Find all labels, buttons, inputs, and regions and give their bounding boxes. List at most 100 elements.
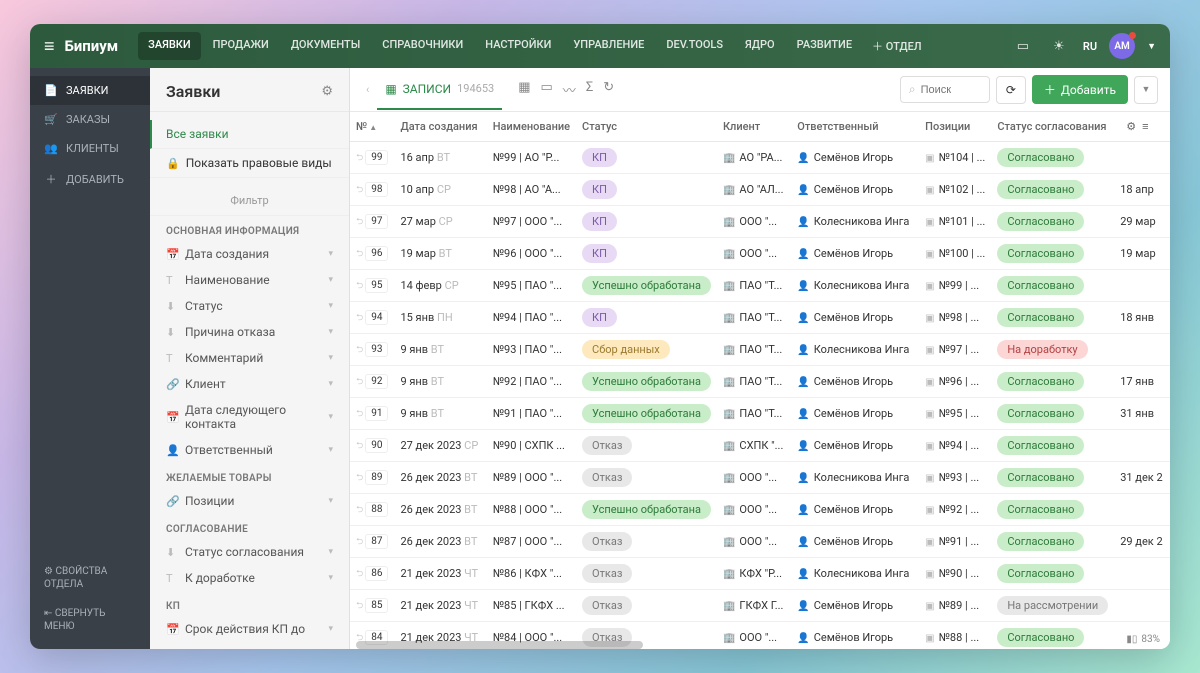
- building-icon: 🏢: [723, 409, 735, 420]
- avatar[interactable]: АМ: [1109, 33, 1135, 59]
- records-tab[interactable]: ▦ ЗАПИСИ 194653: [377, 70, 502, 110]
- add-button[interactable]: ＋ Добавить: [1032, 75, 1128, 104]
- nav-footer-item[interactable]: ⚙ СВОЙСТВА ОТДЕЛА: [30, 557, 150, 599]
- filter-item[interactable]: 📅Дата следующего контакта▾: [150, 397, 349, 437]
- language-switch[interactable]: RU: [1083, 40, 1097, 53]
- top-tab-ядро[interactable]: ЯДРО: [735, 32, 785, 60]
- view-item[interactable]: Все заявки: [150, 120, 349, 149]
- top-tab-add[interactable]: ＋ ОТДЕЛ: [864, 32, 930, 60]
- table-row[interactable]: ⮌9619 мар ВТ№96 | ООО "...КП🏢ООО "...👤Се…: [350, 238, 1170, 270]
- cards-view-icon[interactable]: ▦: [518, 80, 530, 99]
- theme-icon[interactable]: ☀: [1047, 34, 1071, 58]
- add-dropdown[interactable]: ▼: [1134, 76, 1158, 104]
- link-icon: ⮌: [356, 345, 363, 355]
- nav-item-добавить[interactable]: ＋ДОБАВИТЬ: [30, 163, 150, 195]
- filter-item[interactable]: ⬇Статус▾: [150, 293, 349, 319]
- table-row[interactable]: ⮌919 янв ВТ№91 | ПАО "...Успешно обработ…: [350, 398, 1170, 430]
- view-item[interactable]: 🔒Показать правовые виды: [150, 149, 349, 178]
- table-row[interactable]: ⮌9727 мар СР№97 | ООО "...КП🏢ООО "...👤Ко…: [350, 206, 1170, 238]
- chevron-down-icon: ▾: [328, 624, 333, 634]
- nav-item-заказы[interactable]: 🛒ЗАКАЗЫ: [30, 105, 150, 134]
- table-row[interactable]: ⮌9810 апр СР№98 | АО "А...КП🏢АО "АЛ...👤С…: [350, 174, 1170, 206]
- table-row[interactable]: ⮌939 янв ВТ№93 | ПАО "...Сбор данных🏢ПАО…: [350, 334, 1170, 366]
- column-header[interactable]: Статус: [576, 112, 717, 142]
- prev-view-icon[interactable]: ‹: [362, 83, 373, 96]
- filter-item[interactable]: 🔗Позиции▾: [150, 488, 349, 514]
- person-icon: 👤: [797, 569, 809, 580]
- filter-label: Дата следующего контакта: [185, 403, 321, 431]
- table-row[interactable]: ⮌9916 апр ВТ№99 | АО "Р...КП🏢АО "РА...👤С…: [350, 142, 1170, 174]
- top-tab-продажи[interactable]: ПРОДАЖИ: [203, 32, 279, 60]
- client-name: ПАО "Т...: [739, 311, 782, 324]
- client-name: ПАО "Т...: [739, 279, 782, 292]
- table-row[interactable]: ⮌929 янв ВТ№92 | ПАО "...Успешно обработ…: [350, 366, 1170, 398]
- box-icon: ▣: [925, 249, 934, 260]
- table-row[interactable]: ⮌8826 дек 2023 ВТ№88 | ООО "...Успешно о…: [350, 494, 1170, 526]
- filter-item[interactable]: TКомментарий▾: [150, 345, 349, 371]
- filter-item[interactable]: ⬇Статус согласования▾: [150, 539, 349, 565]
- column-header[interactable]: ⚙≡: [1114, 112, 1170, 142]
- table-scroll[interactable]: №Дата созданияНаименованиеСтатусКлиентОт…: [350, 112, 1170, 649]
- person-icon: 👤: [797, 601, 809, 612]
- link-icon: ⮌: [356, 537, 363, 547]
- search-box[interactable]: ⌕: [900, 76, 990, 103]
- table-row[interactable]: ⮌8726 дек 2023 ВТ№87 | ООО "...Отказ🏢ООО…: [350, 526, 1170, 558]
- chart-view-icon[interactable]: 〰: [563, 80, 576, 99]
- top-tab-документы[interactable]: ДОКУМЕНТЫ: [281, 32, 370, 60]
- filter-item[interactable]: 🔗Клиент▾: [150, 371, 349, 397]
- table-row[interactable]: ⮌8621 дек 2023 ЧТ№86 | КФХ "...Отказ🏢КФХ…: [350, 558, 1170, 590]
- gear-icon[interactable]: ⚙: [321, 84, 333, 99]
- column-header[interactable]: Наименование: [487, 112, 576, 142]
- filter-item[interactable]: TК доработке▾: [150, 565, 349, 591]
- nav-item-заявки[interactable]: 📄ЗАЯВКИ: [30, 76, 150, 105]
- column-header[interactable]: Ответственный: [791, 112, 919, 142]
- filter-item[interactable]: 📅Дата создания▾: [150, 241, 349, 267]
- top-tab-настройки[interactable]: НАСТРОЙКИ: [475, 32, 561, 60]
- agree-badge: На доработку: [997, 340, 1087, 359]
- row-name: №95 | ПАО "...: [487, 270, 576, 302]
- link-icon: ⮌: [356, 601, 363, 611]
- top-tab-заявки[interactable]: ЗАЯВКИ: [138, 32, 201, 60]
- column-settings-icon[interactable]: ⚙: [1126, 120, 1136, 133]
- chat-icon[interactable]: ▭: [1011, 34, 1035, 58]
- table-row[interactable]: ⮌9514 февр СР№95 | ПАО "...Успешно обраб…: [350, 270, 1170, 302]
- view-label: Показать правовые виды: [186, 156, 332, 170]
- column-header[interactable]: Дата создания: [394, 112, 486, 142]
- app-window: ≡ Бипиум ЗАЯВКИПРОДАЖИДОКУМЕНТЫСПРАВОЧНИ…: [30, 24, 1170, 649]
- calendar-view-icon[interactable]: ▭: [541, 80, 553, 99]
- column-header[interactable]: Клиент: [717, 112, 791, 142]
- table-row[interactable]: ⮌8926 дек 2023 ВТ№89 | ООО "...Отказ🏢ООО…: [350, 462, 1170, 494]
- filter-item[interactable]: 👤Ответственный▾: [150, 437, 349, 463]
- building-icon: 🏢: [723, 569, 735, 580]
- column-header[interactable]: Позиции: [919, 112, 991, 142]
- chevron-down-icon: ▾: [328, 301, 333, 311]
- nav-item-клиенты[interactable]: 👥КЛИЕНТЫ: [30, 134, 150, 163]
- table-row[interactable]: ⮌9415 янв ПН№94 | ПАО "...КП🏢ПАО "Т...👤С…: [350, 302, 1170, 334]
- client-name: АО "АЛ...: [739, 183, 783, 196]
- link-icon: ⮌: [356, 569, 363, 579]
- top-tab-развитие[interactable]: РАЗВИТИЕ: [787, 32, 862, 60]
- column-header[interactable]: №: [350, 112, 394, 142]
- table-row[interactable]: ⮌9027 дек 2023 СР№90 | СХПК ...Отказ🏢СХП…: [350, 430, 1170, 462]
- refresh-button[interactable]: ⟳: [996, 76, 1026, 104]
- column-header[interactable]: Статус согласования: [991, 112, 1114, 142]
- search-input[interactable]: [921, 84, 981, 96]
- filter-item[interactable]: TНаименование▾: [150, 267, 349, 293]
- position-ref: №99 | ...: [939, 279, 980, 292]
- nav-footer-item[interactable]: ⇤ СВЕРНУТЬ МЕНЮ: [30, 599, 150, 641]
- filter-item[interactable]: 📎Файл КП▾: [150, 642, 349, 649]
- top-tab-управление[interactable]: УПРАВЛЕНИЕ: [563, 32, 654, 60]
- weekday: ВТ: [431, 343, 444, 356]
- plus-icon: ＋: [1044, 81, 1056, 98]
- top-tab-справочники[interactable]: СПРАВОЧНИКИ: [372, 32, 473, 60]
- sigma-icon[interactable]: Σ: [586, 80, 593, 99]
- user-menu-chevron[interactable]: ▼: [1147, 41, 1156, 52]
- list-icon[interactable]: ≡: [1142, 120, 1148, 133]
- history-icon[interactable]: ↻: [603, 80, 614, 99]
- table-row[interactable]: ⮌8521 дек 2023 ЧТ№85 | ГКФХ ...Отказ🏢ГКФ…: [350, 590, 1170, 622]
- top-tab-dev.tools[interactable]: DEV.TOOLS: [656, 32, 733, 60]
- filter-item[interactable]: 📅Срок действия КП до▾: [150, 616, 349, 642]
- hamburger-icon[interactable]: ≡: [44, 36, 55, 57]
- filter-item[interactable]: ⬇Причина отказа▾: [150, 319, 349, 345]
- horizontal-scrollbar[interactable]: [356, 641, 643, 649]
